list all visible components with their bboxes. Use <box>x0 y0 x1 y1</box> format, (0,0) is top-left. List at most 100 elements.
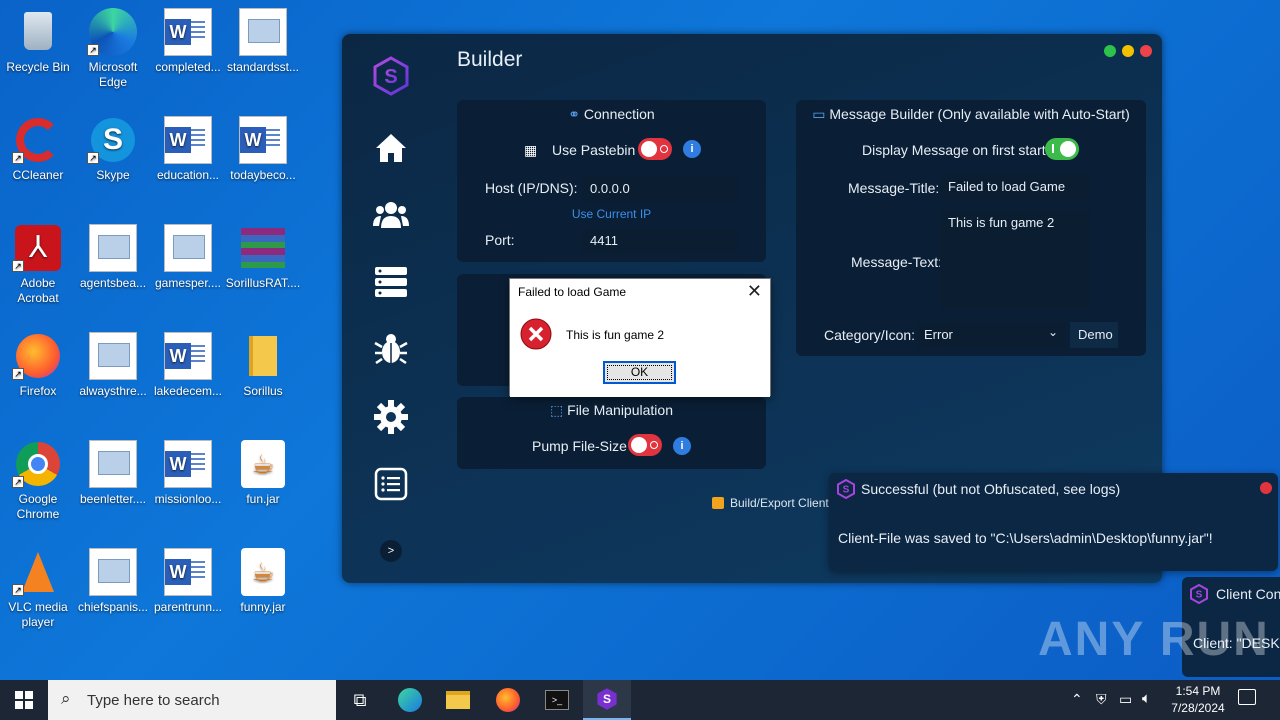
desktop-icon[interactable]: lakedecem... <box>150 332 226 399</box>
page-title: Builder <box>457 48 523 71</box>
desktop-icon[interactable]: completed... <box>150 8 226 75</box>
home-icon[interactable] <box>372 132 410 170</box>
pump-info-icon[interactable]: i <box>673 437 691 455</box>
bug-icon[interactable] <box>372 333 410 371</box>
port-input[interactable]: 4411 <box>582 228 737 254</box>
category-value: Error <box>924 327 953 342</box>
desktop-icon[interactable]: ↗ Microsoft Edge <box>75 8 151 90</box>
use-current-ip-link[interactable]: Use Current IP <box>457 207 766 221</box>
image-file-icon <box>89 548 137 596</box>
use-pastebin-toggle[interactable] <box>638 138 672 160</box>
tray-security-icon[interactable]: ⛨ <box>1096 691 1107 708</box>
start-button[interactable] <box>0 680 48 720</box>
search-placeholder: Type here to search <box>87 692 220 709</box>
toast-title: Successful (but not Obfuscated, see logs… <box>861 481 1121 497</box>
message-title-label: Message-Title: <box>848 180 940 196</box>
desktop-icon[interactable]: gamesper.... <box>150 224 226 291</box>
search-icon: ⌕ <box>61 689 71 708</box>
pump-file-size-toggle[interactable] <box>628 434 662 456</box>
word-doc-icon <box>164 440 212 488</box>
desktop-icon-label: SorillusRAT.... <box>225 276 301 290</box>
message-box-dialog: Failed to load Game ✕ This is fun game 2… <box>509 278 771 397</box>
message-text-label: Message-Text: <box>851 254 943 270</box>
desktop-icon[interactable]: alwaysthre... <box>75 332 151 399</box>
maximize-button[interactable] <box>1104 45 1116 57</box>
category-select[interactable]: Error ⌄ <box>916 322 1066 348</box>
desktop-icon[interactable]: ↗ Firefox <box>0 332 76 399</box>
task-view-icon[interactable]: ⧉ <box>336 680 384 720</box>
desktop-icon[interactable]: education... <box>150 116 226 183</box>
expand-sidebar-button[interactable]: > <box>380 540 402 562</box>
app-logo-icon: S <box>837 479 855 499</box>
users-icon[interactable] <box>372 199 410 237</box>
desktop-icon-label: CCleaner <box>12 168 64 182</box>
desktop-icon-label: chiefspanis... <box>77 600 149 614</box>
desktop-icon[interactable]: ↗ VLC media player <box>0 548 76 630</box>
toast-close-button[interactable] <box>1260 482 1272 494</box>
desktop-icon[interactable]: chiefspanis... <box>75 548 151 615</box>
desktop-icon[interactable]: ↗ Google Chrome <box>0 440 76 522</box>
list-icon[interactable] <box>372 467 410 505</box>
desktop-icon[interactable]: missionloo... <box>150 440 226 507</box>
desktop-icon[interactable]: Recycle Bin <box>0 8 76 75</box>
desktop-icon[interactable]: agentsbea... <box>75 224 151 291</box>
acrobat-icon: ⅄ ↗ <box>12 224 62 272</box>
desktop-icon-label: standardsst... <box>226 60 300 74</box>
pastebin-info-icon[interactable]: i <box>683 140 701 158</box>
dialog-close-button[interactable]: ✕ <box>747 281 762 302</box>
desktop-icon-label: lakedecem... <box>153 384 223 398</box>
desktop-icon[interactable]: ⅄ ↗ Adobe Acrobat <box>0 224 76 306</box>
message-title-input[interactable]: Failed to load Game <box>940 174 1090 200</box>
anyrun-watermark: ANY RUN <box>1038 613 1270 666</box>
svg-text:S: S <box>843 485 850 496</box>
minimize-button[interactable] <box>1122 45 1134 57</box>
desktop-icon[interactable]: ☕︎ fun.jar <box>225 440 301 507</box>
notifications-icon[interactable] <box>1238 689 1256 705</box>
message-text-input[interactable]: This is fun game 2 <box>940 210 1090 308</box>
volume-icon[interactable]: 🔈︎ <box>1142 690 1151 707</box>
taskbar-explorer-icon[interactable] <box>434 680 482 720</box>
port-label: Port: <box>485 232 515 248</box>
ok-button[interactable]: OK <box>603 361 676 384</box>
build-icon <box>712 497 724 509</box>
java-jar-icon: ☕︎ <box>239 440 287 488</box>
taskbar-firefox-icon[interactable] <box>484 680 532 720</box>
host-input[interactable]: 0.0.0.0 <box>582 176 737 202</box>
search-box[interactable]: ⌕ Type here to search <box>48 680 336 720</box>
desktop-icon[interactable]: standardsst... <box>225 8 301 75</box>
desktop-icon[interactable]: S ↗ Skype <box>75 116 151 183</box>
svg-text:S: S <box>384 66 397 88</box>
file-manipulation-panel: ⬚ File Manipulation Pump File-Size i <box>457 397 766 469</box>
desktop-icon[interactable]: Sorillus <box>225 332 301 399</box>
edge-icon: ↗ <box>87 8 137 56</box>
desktop-icon-label: Microsoft Edge <box>88 60 138 89</box>
desktop-icon-label: alwaysthre... <box>79 384 147 398</box>
taskbar-edge-icon[interactable] <box>386 680 434 720</box>
taskbar-sorillus-icon[interactable]: S <box>583 680 631 720</box>
word-doc-icon <box>164 332 212 380</box>
skype-icon: S ↗ <box>87 116 137 164</box>
tray-chevron-icon[interactable]: ⌃ <box>1071 691 1083 708</box>
servers-icon[interactable] <box>372 266 410 304</box>
winrar-icon <box>239 224 287 272</box>
taskbar-terminal-icon[interactable]: >_ <box>533 680 581 720</box>
close-button[interactable] <box>1140 45 1152 57</box>
desktop-icon[interactable]: ↗ CCleaner <box>0 116 76 183</box>
desktop-icon[interactable]: ☕︎ funny.jar <box>225 548 301 615</box>
success-toast: S Successful (but not Obfuscated, see lo… <box>829 473 1278 571</box>
desktop-icon-label: VLC media player <box>8 600 68 629</box>
connection-header: ⚭ Connection <box>568 106 655 122</box>
desktop-icon-label: funny.jar <box>240 600 286 614</box>
desktop-icon[interactable]: beenletter.... <box>75 440 151 507</box>
desktop-icon[interactable]: SorillusRAT.... <box>225 224 301 291</box>
network-icon[interactable]: ▭ <box>1119 691 1132 708</box>
desktop-icon[interactable]: parentrunn... <box>150 548 226 615</box>
desktop-icon[interactable]: todaybeco... <box>225 116 301 183</box>
folder-icon <box>239 332 287 380</box>
demo-button[interactable]: Demo <box>1070 322 1118 348</box>
image-file-icon <box>239 8 287 56</box>
clock[interactable]: 1:54 PM 7/28/2024 <box>1166 683 1230 717</box>
gear-icon[interactable] <box>372 400 410 438</box>
vlc-icon: ↗ <box>12 548 62 596</box>
display-message-toggle[interactable] <box>1045 138 1079 160</box>
